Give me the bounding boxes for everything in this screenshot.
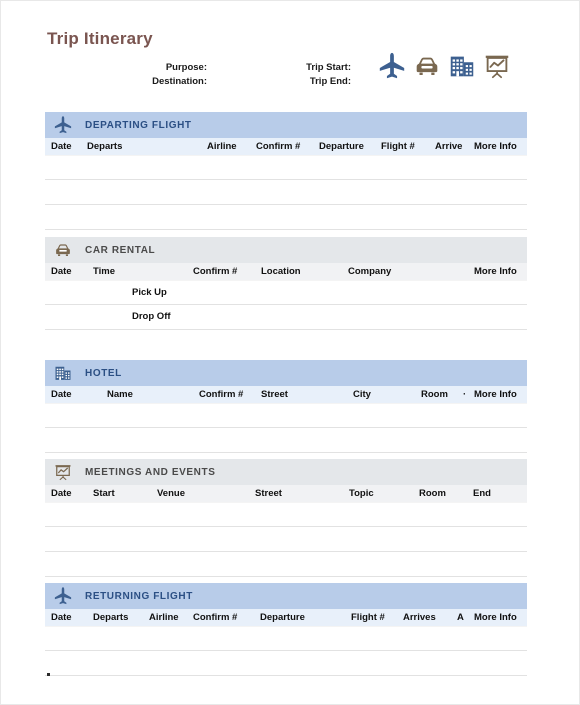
page-title: Trip Itinerary: [47, 29, 153, 48]
column-header: Airline: [149, 612, 179, 623]
purpose-label: Purpose:: [165, 62, 207, 73]
presentation-chart-icon: [51, 462, 75, 482]
section-rows: [45, 155, 527, 230]
table-row[interactable]: [45, 428, 527, 453]
section-header-returning-flight: RETURNING FLIGHT: [45, 583, 527, 609]
column-header: Name: [107, 389, 133, 400]
column-header-row: Date Name Confirm # Street City Room · More Inf…: [45, 386, 527, 403]
section-title: HOTEL: [85, 367, 122, 379]
trip-meta-right: Trip Start: Trip End:: [251, 61, 351, 89]
icon-strip: [377, 51, 512, 81]
trip-start-label: Trip Start:: [306, 62, 351, 73]
column-header: Confirm #: [193, 266, 238, 277]
column-header: Departs: [93, 612, 129, 623]
table-row[interactable]: [45, 651, 527, 676]
column-header: More Info: [474, 389, 517, 400]
section-header-hotel: HOTEL: [45, 360, 527, 386]
column-header: Venue: [157, 488, 185, 499]
car-icon: [51, 240, 75, 260]
column-header: ·: [463, 389, 467, 400]
table-row[interactable]: [45, 205, 527, 230]
table-row[interactable]: [45, 403, 527, 428]
column-header: Date: [51, 266, 72, 277]
airplane-icon: [51, 115, 75, 135]
column-header: More Info: [474, 141, 517, 152]
airplane-icon: [377, 51, 407, 81]
section-title: MEETINGS AND EVENTS: [85, 466, 216, 478]
table-row[interactable]: [45, 552, 527, 577]
presentation-chart-icon: [482, 51, 512, 81]
building-icon: [447, 51, 477, 81]
cursor-marker: [47, 673, 50, 676]
column-header: Topic: [349, 488, 374, 499]
column-header: Airline: [207, 141, 237, 152]
column-header: Room: [421, 389, 448, 400]
column-header: Arrive: [435, 141, 463, 152]
section-header-car-rental: CAR RENTAL: [45, 237, 527, 263]
column-header: Company: [348, 266, 392, 277]
trip-meta-left: Purpose: Destination:: [47, 61, 207, 89]
section-header-meetings-and-events: MEETINGS AND EVENTS: [45, 459, 527, 485]
column-header: Flight #: [381, 141, 415, 152]
column-header: End: [473, 488, 491, 499]
table-row[interactable]: Drop Off: [45, 305, 527, 330]
destination-label: Destination:: [152, 76, 207, 87]
trip-end-label: Trip End:: [309, 76, 351, 87]
section-header-departing-flight: DEPARTING FLIGHT: [45, 112, 527, 138]
table-row[interactable]: Pick Up: [45, 280, 527, 305]
column-header: City: [353, 389, 371, 400]
column-header: Street: [261, 389, 288, 400]
table-row[interactable]: [45, 626, 527, 651]
table-row[interactable]: [45, 527, 527, 552]
column-header: Time: [93, 266, 116, 277]
section-title: CAR RENTAL: [85, 244, 156, 256]
column-header: Departure: [260, 612, 305, 623]
column-header: Date: [51, 488, 72, 499]
column-header: Room: [419, 488, 446, 499]
table-row[interactable]: [45, 502, 527, 527]
row-label: Pick Up: [132, 287, 167, 298]
column-header: Departure: [319, 141, 364, 152]
section-car-rental: CAR RENTAL Date Time Confirm # Location Compa…: [45, 237, 527, 330]
section-rows: [45, 502, 527, 577]
itinerary-page: Trip Itinerary Purpose: Destination: Tri…: [0, 0, 580, 705]
section-returning-flight: RETURNING FLIGHT Date Departs Airline Confir…: [45, 583, 527, 676]
column-header: Flight #: [351, 612, 385, 623]
column-header: Confirm #: [256, 141, 301, 152]
column-header: Start: [93, 488, 115, 499]
section-rows: [45, 626, 527, 676]
column-header: Date: [51, 389, 72, 400]
airplane-icon: [51, 586, 75, 606]
column-header: Confirm #: [199, 389, 244, 400]
column-header-row: Date Time Confirm # Location Company More Inf…: [45, 263, 527, 280]
section-title: DEPARTING FLIGHT: [85, 119, 192, 131]
column-header: Departs: [87, 141, 123, 152]
column-header: Date: [51, 612, 72, 623]
row-label: Drop Off: [132, 311, 171, 322]
section-title: RETURNING FLIGHT: [85, 590, 193, 602]
column-header: Street: [255, 488, 282, 499]
building-icon: [51, 363, 75, 383]
table-row[interactable]: [45, 180, 527, 205]
column-header: A: [457, 612, 464, 623]
section-departing-flight: DEPARTING FLIGHT Date Departs Airline Confir…: [45, 112, 527, 230]
column-header: More Info: [474, 612, 517, 623]
column-header: Date: [51, 141, 72, 152]
column-header: More Info: [474, 266, 517, 277]
column-header-row: Date Departs Airline Confirm # Departure Flig…: [45, 138, 527, 155]
column-header: Confirm #: [193, 612, 238, 623]
column-header-row: Date Departs Airline Confirm # Departure Flig…: [45, 609, 527, 626]
section-meetings-and-events: MEETINGS AND EVENTS Date Start Venue Street T…: [45, 459, 527, 577]
column-header-row: Date Start Venue Street Topic Room End: [45, 485, 527, 502]
table-row[interactable]: [45, 155, 527, 180]
section-rows: Pick Up Drop Off: [45, 280, 527, 330]
column-header: Location: [261, 266, 301, 277]
column-header: Arrives: [403, 612, 436, 623]
car-icon: [412, 51, 442, 81]
